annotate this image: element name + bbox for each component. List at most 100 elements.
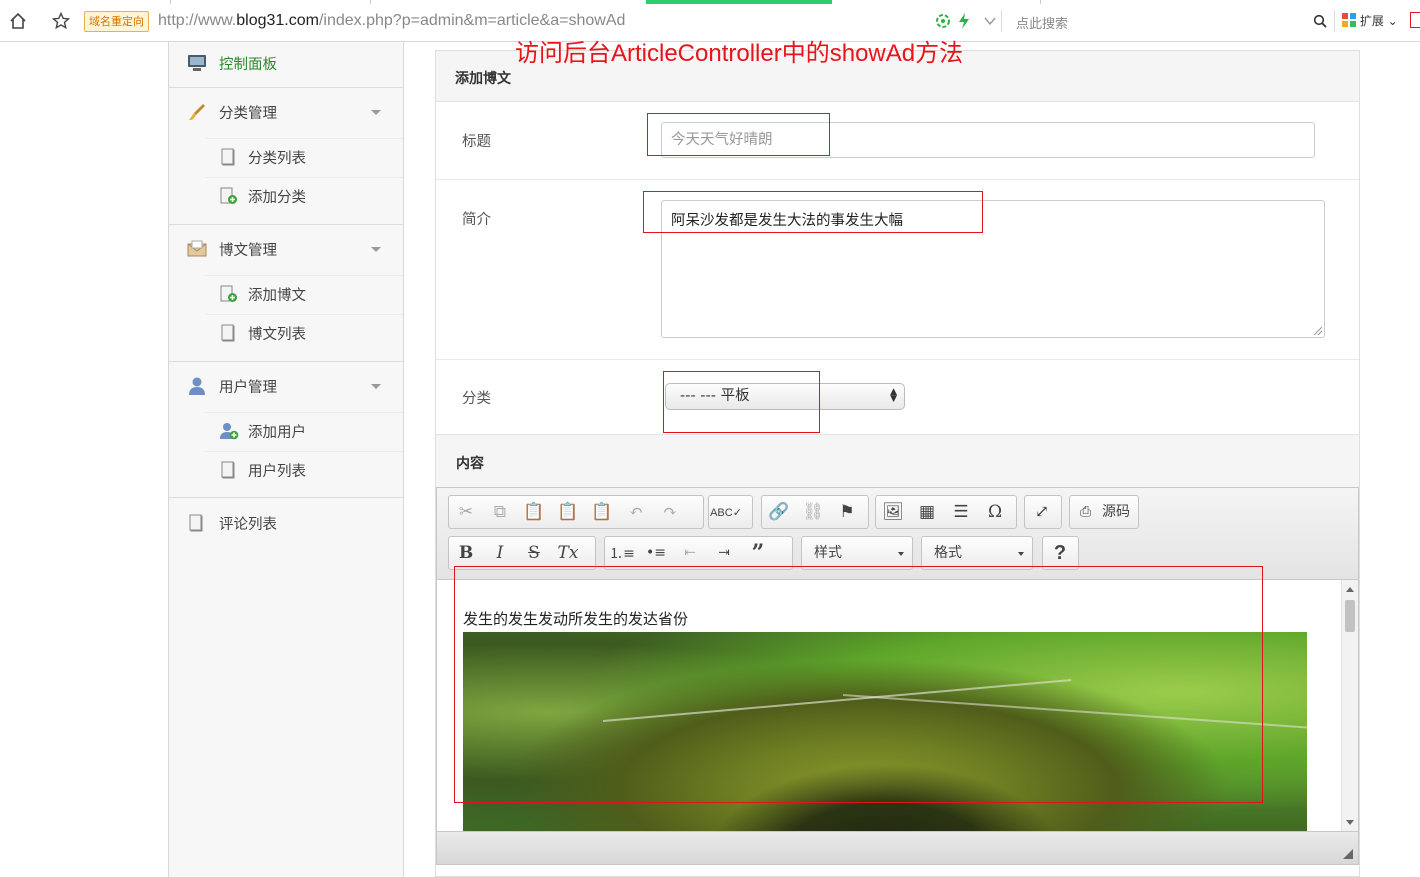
editor-statusbar — [437, 831, 1358, 864]
sidebar-item-comments[interactable]: 评论列表 — [169, 508, 403, 538]
maximize-icon[interactable]: ⤢ — [1025, 496, 1059, 528]
link-group: 🔗 ⛓ ⚑ — [761, 495, 869, 529]
bold-icon[interactable]: B — [449, 537, 483, 569]
numbered-list-icon[interactable]: ⒈≡ — [605, 537, 639, 569]
source-button[interactable]: ⎙ 源码 — [1069, 495, 1139, 529]
paste-word-icon[interactable]: 📋 — [585, 496, 619, 528]
divider — [169, 224, 403, 225]
title-field[interactable]: 今天天气好晴朗 — [661, 122, 1315, 158]
maximize-group: ⤢ — [1024, 495, 1062, 529]
sidebar-item-label: 控制面板 — [219, 56, 277, 73]
format-label: 格式 — [934, 545, 962, 561]
cut-icon[interactable]: ✂ — [449, 496, 483, 528]
help-icon[interactable]: ? — [1043, 537, 1077, 569]
address-bar[interactable]: http://www.blog31.com/index.php?p=admin&… — [158, 11, 625, 31]
scroll-down-icon[interactable] — [1346, 820, 1354, 825]
undo-icon[interactable]: ↶ — [619, 496, 653, 528]
add-document-icon — [219, 284, 239, 304]
editor-scrollbar[interactable] — [1341, 580, 1358, 831]
intro-label: 简介 — [462, 212, 491, 228]
extensions-button[interactable]: 扩展 ⌄ — [1342, 12, 1398, 29]
sidebar: 控制面板 分类管理 分类列表 添加分类 博文管理 添加博文 博文列表 用户管理 … — [168, 42, 404, 877]
user-icon — [187, 376, 207, 396]
format-dropdown[interactable]: 格式 — [921, 536, 1033, 570]
strikethrough-icon[interactable]: S — [517, 537, 551, 569]
spellcheck-icon[interactable]: ABC✓ — [709, 496, 743, 528]
chevron-down-icon — [1018, 552, 1024, 556]
outdent-icon[interactable]: ⇤ — [673, 537, 707, 569]
divider — [169, 87, 403, 88]
unlink-icon[interactable]: ⛓ — [796, 496, 830, 528]
lightning-icon[interactable] — [955, 12, 973, 30]
divider — [1001, 10, 1002, 32]
search-input[interactable]: 点此搜索 — [1008, 8, 1334, 34]
horizontal-line-icon[interactable]: ☰ — [944, 496, 978, 528]
dropdown-chevron-icon[interactable] — [981, 12, 999, 30]
document-icon — [187, 513, 207, 533]
sidebar-group-posts[interactable]: 博文管理 — [169, 234, 403, 264]
remove-format-icon[interactable]: Tx — [551, 537, 585, 569]
image-icon[interactable]: 🖼 — [876, 496, 910, 528]
paragraph-group: ⒈≡ •≡ ⇤ ⇥ ” — [604, 536, 793, 570]
redirect-badge: 域名重定向 — [84, 11, 149, 32]
anchor-flag-icon[interactable]: ⚑ — [830, 496, 864, 528]
embedded-photo[interactable] — [463, 632, 1307, 831]
home-icon[interactable] — [7, 10, 29, 32]
monitor-icon — [187, 53, 207, 73]
styles-label: 样式 — [814, 545, 842, 561]
link-icon[interactable]: 🔗 — [762, 496, 796, 528]
add-post-panel: 添加博文 标题 今天天气好晴朗 简介 阿呆沙发都是发生大法的事发生大幅 分类 -… — [435, 50, 1360, 877]
italic-icon[interactable]: I — [483, 537, 517, 569]
page-title: 添加博文 — [455, 71, 511, 87]
search-icon[interactable] — [1311, 12, 1329, 30]
sidebar-item-post-list[interactable]: 博文列表 — [169, 318, 403, 348]
table-icon[interactable]: ▦ — [910, 496, 944, 528]
scroll-up-icon[interactable] — [1346, 587, 1354, 592]
blockquote-icon[interactable]: ” — [741, 537, 775, 569]
document-icon — [219, 460, 239, 480]
sidebar-item-category-list[interactable]: 分类列表 — [169, 142, 403, 172]
intro-textarea[interactable]: 阿呆沙发都是发生大法的事发生大幅 — [661, 200, 1325, 338]
bookmark-star-icon[interactable] — [50, 10, 72, 32]
add-user-icon — [219, 421, 239, 441]
redo-icon[interactable]: ↷ — [653, 496, 687, 528]
copy-icon[interactable]: ⧉ — [483, 496, 517, 528]
url-path: /index.php?p=admin&m=article&a=showAd — [318, 12, 626, 29]
adblock-icon[interactable] — [1410, 12, 1420, 28]
chevron-down-icon — [898, 552, 904, 556]
page-load-progress — [646, 0, 832, 4]
sidebar-group-category[interactable]: 分类管理 — [169, 97, 403, 127]
special-char-icon[interactable]: Ω — [978, 496, 1012, 528]
divider — [436, 179, 1359, 180]
divider — [205, 138, 403, 139]
sidebar-item-dashboard[interactable]: 控制面板 — [169, 48, 403, 78]
text-style-group: B I S Tx — [448, 536, 596, 570]
editor-toolbar: ✂ ⧉ 📋 📋 📋 ↶ ↷ ABC✓ 🔗 ⛓ ⚑ 🖼 ▦ ☰ Ω ⤢ ⎙ 源码 … — [437, 488, 1358, 580]
category-select[interactable]: --- --- 平板 ▲ ▼ — [665, 383, 905, 410]
bulleted-list-icon[interactable]: •≡ — [639, 537, 673, 569]
extensions-label: 扩展 — [1359, 14, 1384, 28]
sidebar-item-user-list[interactable]: 用户列表 — [169, 455, 403, 485]
styles-dropdown[interactable]: 样式 — [801, 536, 913, 570]
chevron-down-icon — [371, 109, 381, 115]
indent-icon[interactable]: ⇥ — [707, 537, 741, 569]
sidebar-item-add-category[interactable]: 添加分类 — [169, 181, 403, 211]
photo-detail — [602, 679, 1072, 722]
resize-handle-icon[interactable] — [1343, 849, 1353, 859]
divider — [169, 361, 403, 362]
security-shield-icon[interactable] — [934, 12, 952, 30]
paste-text-icon[interactable]: 📋 — [551, 496, 585, 528]
chevron-down-icon — [371, 383, 381, 389]
sidebar-item-add-post[interactable]: 添加博文 — [169, 279, 403, 309]
scrollbar-thumb[interactable] — [1345, 600, 1355, 632]
resize-grip-icon[interactable] — [1314, 327, 1322, 335]
sidebar-group-users[interactable]: 用户管理 — [169, 371, 403, 401]
mail-icon — [187, 239, 207, 259]
sidebar-item-add-user[interactable]: 添加用户 — [169, 416, 403, 446]
source-label: 源码 — [1102, 504, 1130, 520]
tab-divider — [170, 0, 171, 4]
paste-icon[interactable]: 📋 — [517, 496, 551, 528]
divider — [1334, 10, 1335, 32]
editor-content-area[interactable]: 发生的发生发动所发生的发达省份 — [437, 580, 1358, 831]
chevron-down-icon — [371, 246, 381, 252]
